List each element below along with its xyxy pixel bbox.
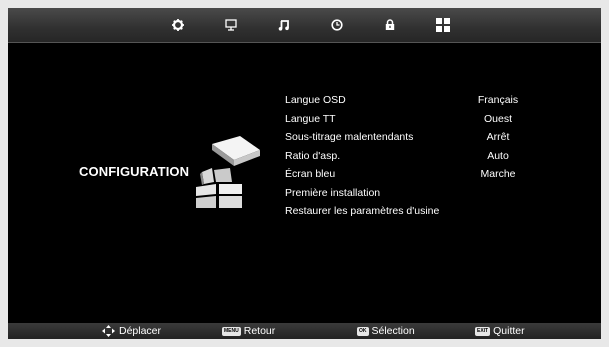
settings-menu: Langue OSD Français Langue TT Ouest Sous…: [285, 91, 545, 221]
tab-lock[interactable]: [370, 8, 410, 42]
hint-back: MENU Retour: [222, 325, 276, 337]
tv-screen: CONFIGURATION Langue OSD Français Langue…: [8, 8, 601, 339]
menu-key-icon: MENU: [222, 326, 241, 336]
section-title: CONFIGURATION: [79, 164, 190, 179]
grid-icon: [436, 18, 450, 32]
menu-item-osd-language[interactable]: Langue OSD Français: [285, 91, 545, 110]
key-hint-bar: Déplacer MENU Retour OK Sélection EXIT Q…: [8, 323, 601, 339]
menu-item-factory-reset[interactable]: Restaurer les paramètres d'usine: [285, 202, 545, 221]
ok-key-icon: OK: [357, 326, 369, 336]
tab-settings[interactable]: [158, 8, 198, 42]
hint-exit: EXIT Quitter: [475, 325, 525, 337]
menu-item-tt-language[interactable]: Langue TT Ouest: [285, 110, 545, 129]
lock-icon: [385, 19, 395, 30]
hint-select: OK Sélection: [357, 325, 415, 337]
menu-item-first-installation[interactable]: Première installation: [285, 184, 545, 203]
menu-value: Arrêt: [486, 131, 510, 143]
music-note-icon: [278, 20, 289, 31]
tab-apps[interactable]: [423, 8, 463, 42]
clock-icon: [331, 19, 343, 31]
category-tab-bar: [8, 8, 601, 43]
hint-move: Déplacer: [102, 323, 161, 339]
menu-item-blue-screen[interactable]: Écran bleu Marche: [285, 165, 545, 184]
menu-value: Ouest: [483, 112, 512, 125]
configuration-icon: [196, 136, 260, 208]
menu-value: Marche: [480, 168, 516, 180]
menu-value: Français: [477, 94, 519, 106]
menu-item-hearing-impaired[interactable]: Sous-titrage malentendants Arrêt: [285, 128, 545, 147]
menu-value: Auto: [487, 149, 509, 162]
tab-sound[interactable]: [264, 8, 304, 42]
monitor-icon: [225, 19, 237, 31]
menu-item-aspect-ratio[interactable]: Ratio d'asp. Auto: [285, 147, 545, 166]
exit-key-icon: EXIT: [475, 326, 491, 336]
tab-time[interactable]: [317, 8, 357, 42]
dpad-icon: [102, 325, 115, 337]
tab-picture[interactable]: [211, 8, 251, 42]
gear-icon: [172, 19, 184, 31]
